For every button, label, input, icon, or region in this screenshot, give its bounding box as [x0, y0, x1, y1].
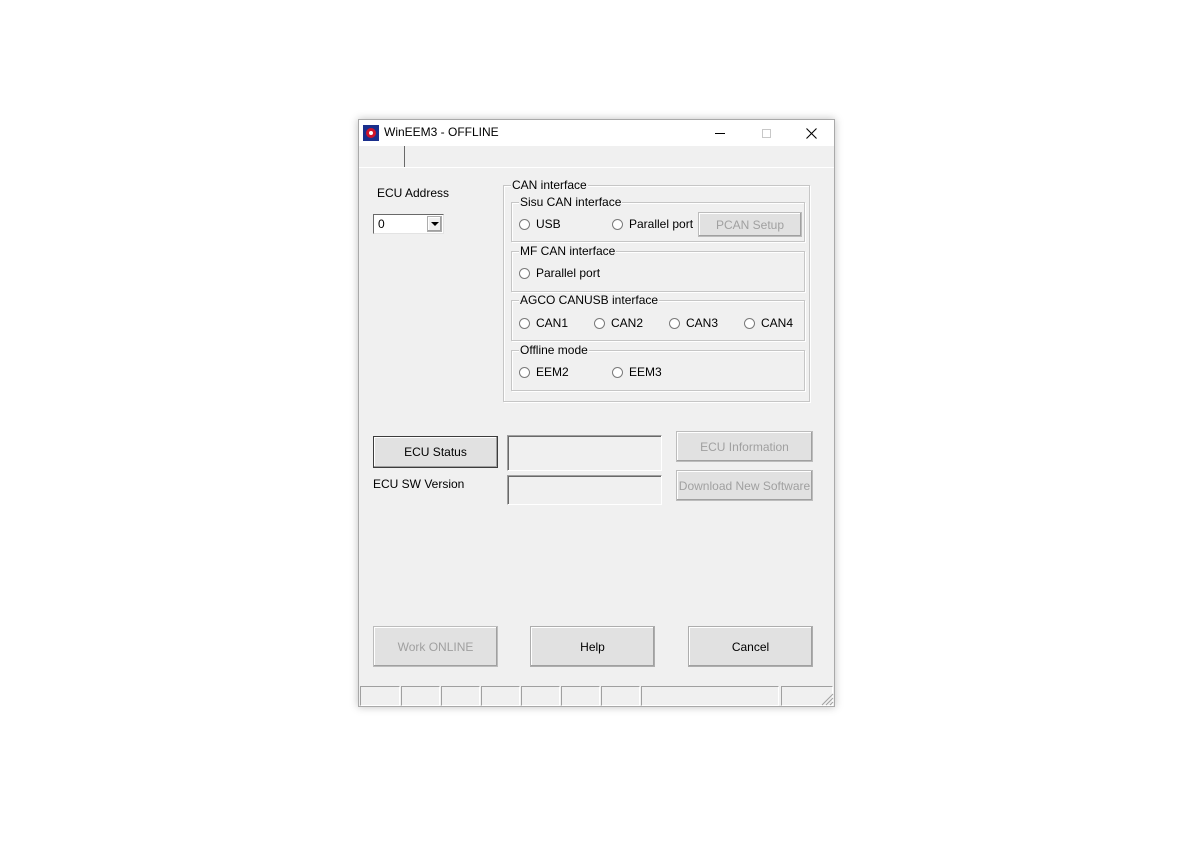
ecu-information-button[interactable]: ECU Information: [676, 431, 813, 462]
agco-canusb-group: AGCO CANUSB interface CAN1 CAN2 CAN3 CAN…: [511, 293, 805, 341]
status-pane: [441, 686, 480, 706]
radio-circle: [519, 267, 530, 279]
radio-can4[interactable]: CAN4: [744, 315, 793, 331]
ecu-sw-version-field: [507, 475, 662, 505]
tab-strip: [359, 146, 834, 168]
radio-circle: [519, 366, 530, 378]
radio-circle: [519, 218, 530, 230]
pcan-setup-button[interactable]: PCAN Setup: [698, 212, 802, 237]
download-new-software-button[interactable]: Download New Software: [676, 470, 813, 501]
radio-circle: [519, 317, 530, 329]
radio-circle: [594, 317, 605, 329]
radio-can1-label: CAN1: [536, 316, 569, 330]
offline-mode-title: Offline mode: [519, 343, 589, 357]
radio-usb[interactable]: USB: [519, 216, 561, 232]
radio-eem2-label: EEM2: [536, 365, 569, 379]
radio-can2-label: CAN2: [611, 316, 644, 330]
ecu-address-value: 0: [378, 217, 385, 231]
radio-circle: [744, 317, 755, 329]
window-title: WinEEM3 - OFFLINE: [384, 125, 499, 139]
ecu-sw-version-label: ECU SW Version: [373, 477, 465, 491]
radio-sisu-parallel-port[interactable]: Parallel port: [612, 216, 693, 232]
radio-circle: [612, 218, 623, 230]
ecu-address-label: ECU Address: [377, 186, 450, 200]
radio-can3-label: CAN3: [686, 316, 719, 330]
title-bar[interactable]: WinEEM3 - OFFLINE: [359, 120, 834, 146]
can-interface-title: CAN interface: [511, 178, 588, 192]
sisu-can-group: Sisu CAN interface USB Parallel port PCA…: [511, 195, 805, 242]
mf-can-title: MF CAN interface: [519, 244, 617, 258]
maximize-button: [743, 120, 789, 146]
radio-circle: [612, 366, 623, 378]
status-pane: [641, 686, 779, 706]
offline-mode-group: Offline mode EEM2 EEM3: [511, 343, 805, 391]
dropdown-button[interactable]: [427, 216, 442, 232]
chevron-down-icon: [430, 222, 439, 226]
ecu-status-button[interactable]: ECU Status: [373, 436, 498, 468]
sisu-can-title: Sisu CAN interface: [519, 195, 623, 209]
radio-mf-parallel-port[interactable]: Parallel port: [519, 265, 600, 281]
close-button[interactable]: [788, 120, 834, 146]
can-interface-group: CAN interface Sisu CAN interface USB Par…: [503, 178, 810, 402]
status-pane: [601, 686, 640, 706]
work-online-button[interactable]: Work ONLINE: [373, 626, 498, 667]
minimize-button[interactable]: [697, 120, 743, 146]
help-button[interactable]: Help: [530, 626, 655, 667]
radio-can1[interactable]: CAN1: [519, 315, 568, 331]
agco-canusb-title: AGCO CANUSB interface: [519, 293, 660, 307]
close-icon: [805, 127, 817, 139]
status-pane: [521, 686, 560, 706]
radio-eem3-label: EEM3: [629, 365, 662, 379]
minimize-icon: [715, 132, 725, 134]
ecu-address-dropdown[interactable]: 0: [373, 214, 444, 234]
main-window: WinEEM3 - OFFLINE ECU Address 0 CAN inte…: [358, 119, 835, 707]
status-pane: [401, 686, 440, 706]
radio-can3[interactable]: CAN3: [669, 315, 718, 331]
maximize-icon: [761, 128, 771, 138]
radio-eem3[interactable]: EEM3: [612, 364, 662, 380]
status-pane: [481, 686, 520, 706]
app-icon: [363, 125, 379, 141]
radio-can4-label: CAN4: [761, 316, 794, 330]
cancel-button[interactable]: Cancel: [688, 626, 813, 667]
status-bar: [359, 686, 834, 706]
radio-can2[interactable]: CAN2: [594, 315, 643, 331]
tab-main[interactable]: [359, 146, 405, 167]
mf-can-group: MF CAN interface Parallel port: [511, 244, 805, 292]
status-pane: [360, 686, 400, 706]
radio-eem2[interactable]: EEM2: [519, 364, 569, 380]
ecu-status-field: [507, 435, 662, 471]
resize-grip-icon[interactable]: [820, 692, 834, 706]
radio-mf-parallel-label: Parallel port: [536, 266, 601, 280]
radio-usb-label: USB: [536, 217, 561, 231]
status-pane: [561, 686, 600, 706]
radio-sisu-parallel-label: Parallel port: [629, 217, 694, 231]
radio-circle: [669, 317, 680, 329]
